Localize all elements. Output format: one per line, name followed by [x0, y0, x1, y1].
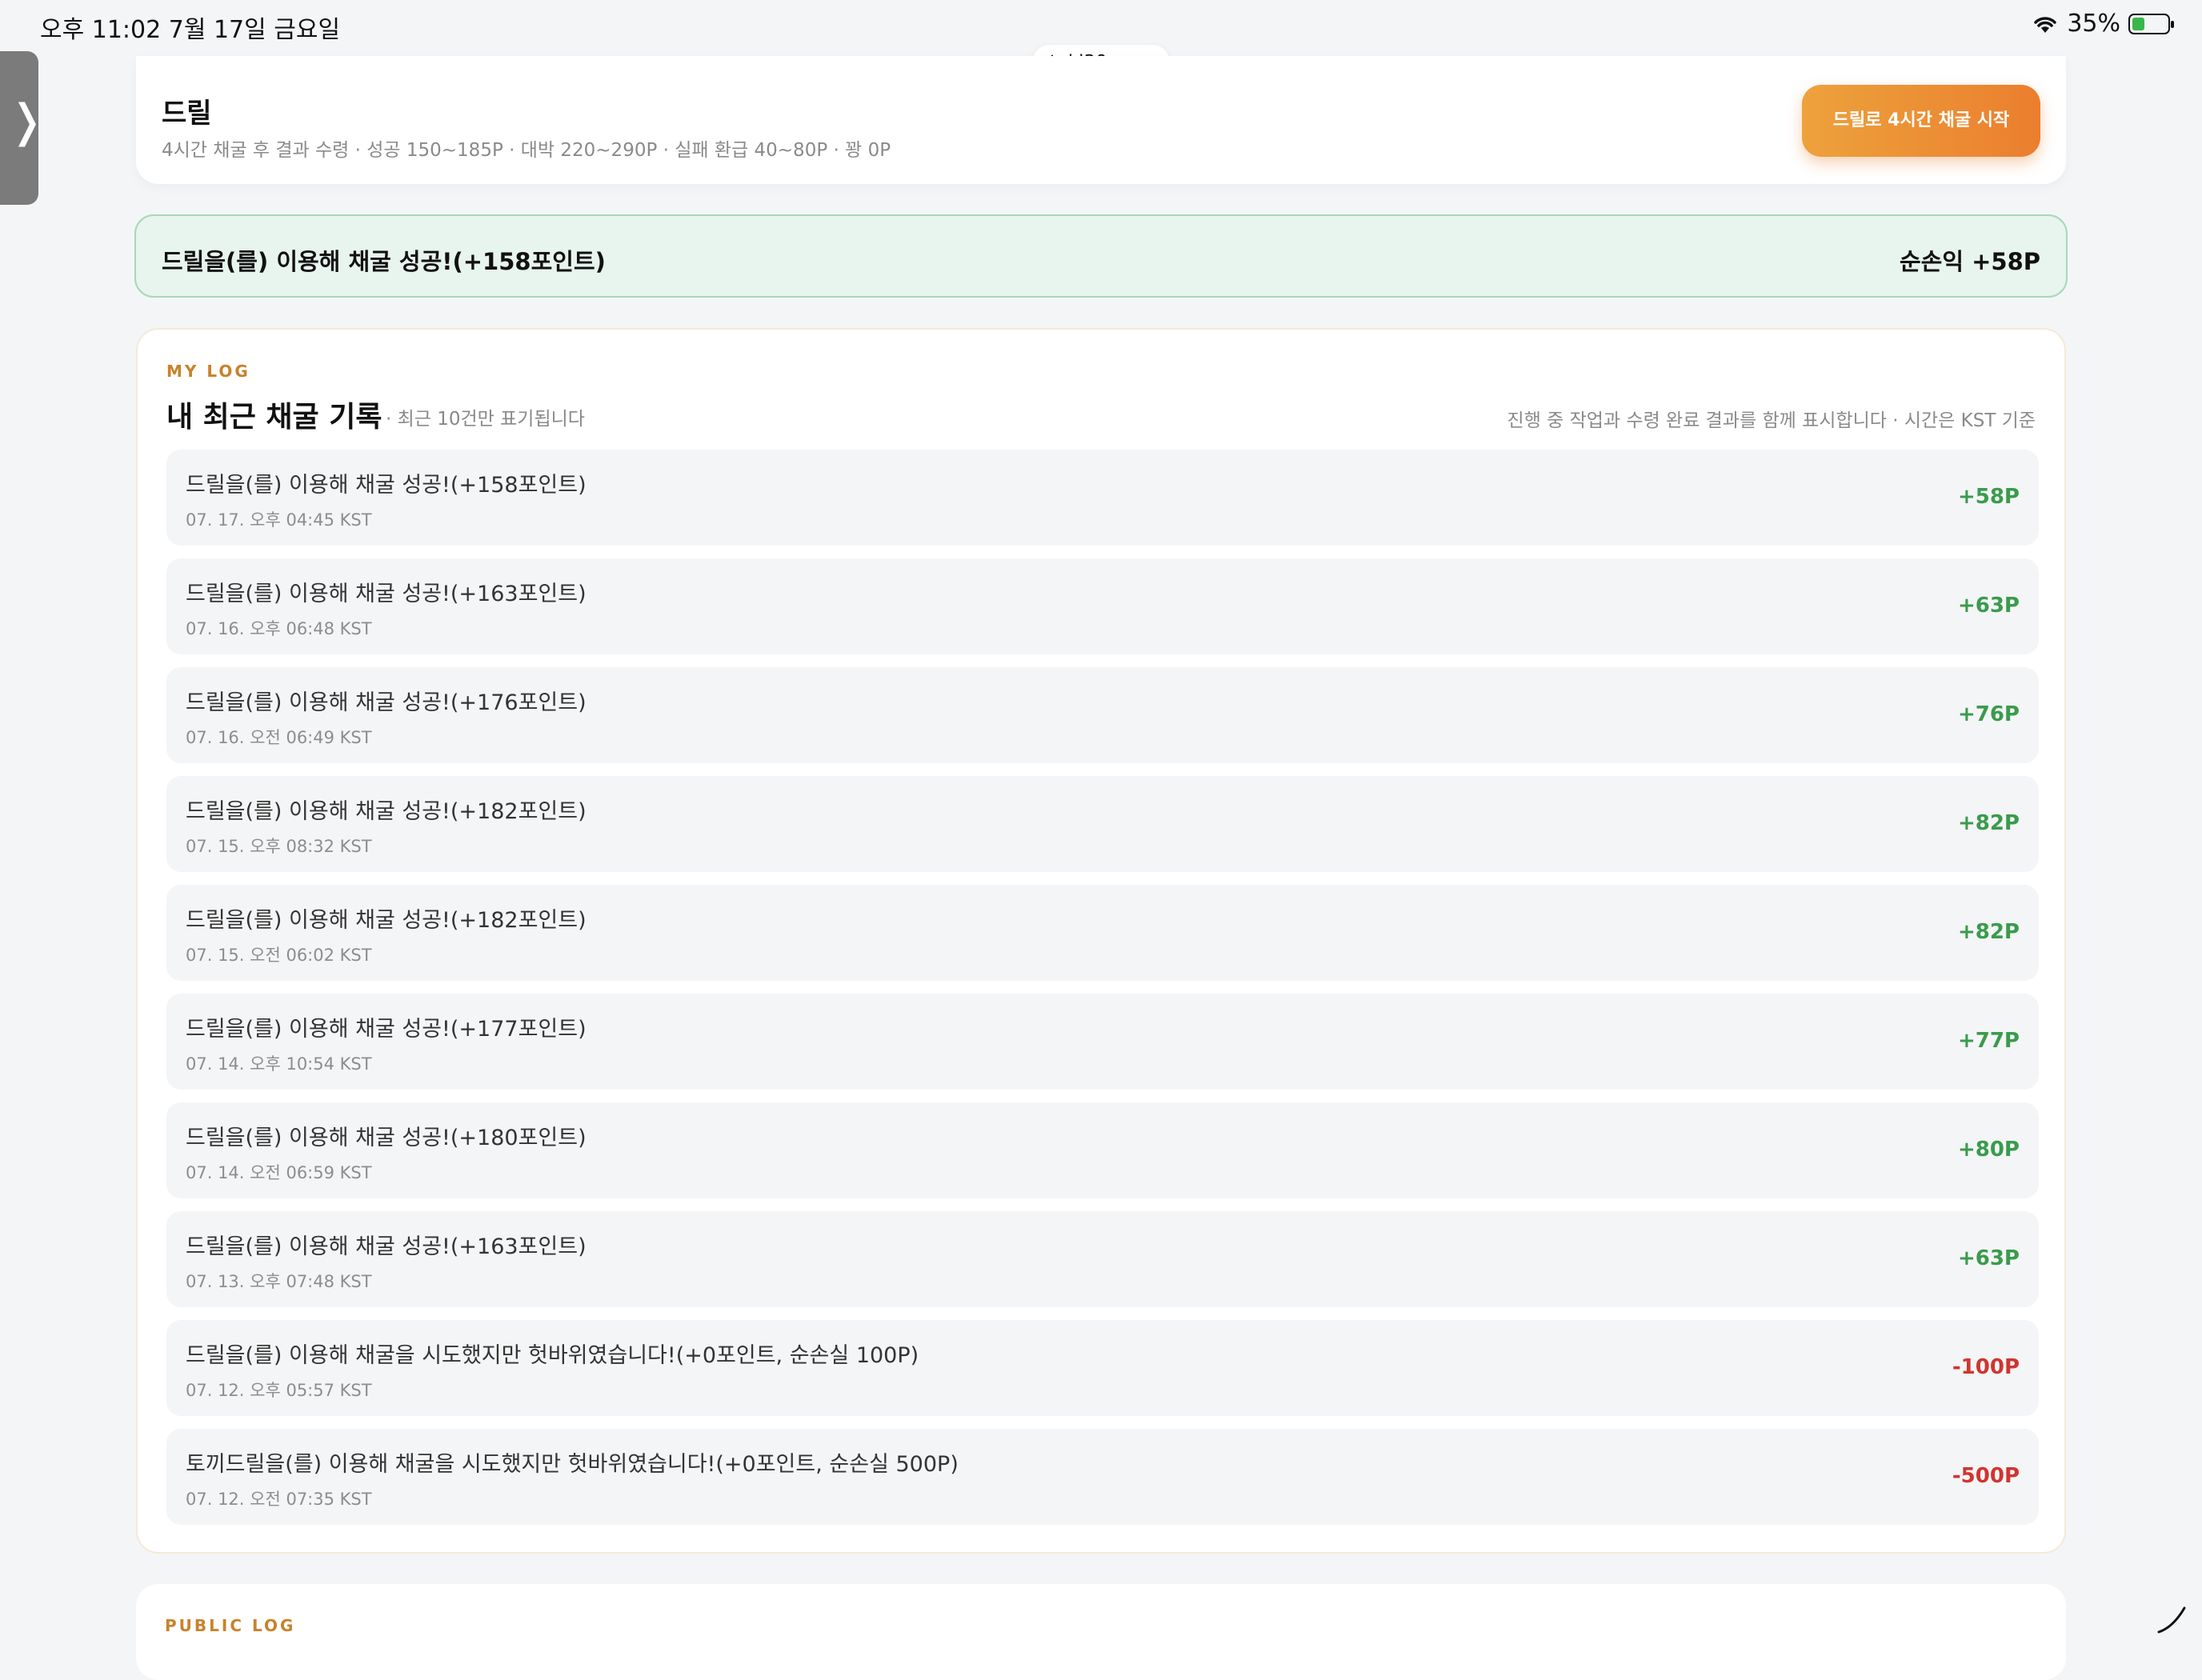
- log-entry-text: 드릴을(를) 이용해 채굴 성공!(+177포인트): [186, 1017, 587, 1042]
- log-entry-amount: +76P: [1957, 702, 2020, 726]
- log-entry-time: 07. 12. 오전 07:35 KST: [186, 1490, 372, 1509]
- log-entry: 드릴을(를) 이용해 채굴 성공!(+163포인트) 07. 13. 오후 07…: [166, 1211, 2039, 1307]
- start-drill-button[interactable]: 드릴로 4시간 채굴 시작: [1802, 85, 2040, 157]
- my-log-title: 내 최근 채굴 기록: [166, 401, 382, 434]
- pencil-stroke-icon: [2157, 1606, 2186, 1634]
- public-log-eyebrow: PUBLIC LOG: [165, 1616, 296, 1635]
- status-bar: 오후 11:02 7월 17일 금요일 35%: [0, 0, 2202, 51]
- log-entry-text: 드릴을(를) 이용해 채굴 성공!(+163포인트): [186, 582, 587, 606]
- battery-percent: 35%: [2067, 10, 2120, 38]
- my-log-card: MY LOG 내 최근 채굴 기록 · 최근 10건만 표기됩니다 진행 중 작…: [136, 328, 2066, 1554]
- log-entry: 드릴을(를) 이용해 채굴 성공!(+182포인트) 07. 15. 오후 08…: [166, 776, 2039, 872]
- log-entry-time: 07. 12. 오후 05:57 KST: [186, 1381, 372, 1400]
- log-entry-text: 드릴을(를) 이용해 채굴 성공!(+182포인트): [186, 799, 587, 824]
- log-entry-time: 07. 16. 오전 06:49 KST: [186, 728, 372, 747]
- log-entry-text: 드릴을(를) 이용해 채굴을 시도했지만 헛바위였습니다!(+0포인트, 순손실…: [186, 1343, 919, 1368]
- log-entry-amount: +82P: [1957, 920, 2020, 944]
- result-net: 순손익 +58P: [1899, 248, 2040, 275]
- wifi-icon: [2034, 16, 2057, 33]
- log-entry: 드릴을(를) 이용해 채굴 성공!(+158포인트) 07. 17. 오후 04…: [166, 450, 2039, 546]
- log-entry-amount: +63P: [1957, 594, 2020, 618]
- log-entry-text: 드릴을(를) 이용해 채굴 성공!(+180포인트): [186, 1126, 587, 1150]
- log-entry-amount: +80P: [1957, 1138, 2020, 1162]
- log-entry-time: 07. 14. 오후 10:54 KST: [186, 1054, 372, 1074]
- log-entry-amount: -500P: [1952, 1464, 2020, 1488]
- log-entry-amount: +77P: [1957, 1029, 2020, 1053]
- log-entry-time: 07. 15. 오후 08:32 KST: [186, 837, 372, 856]
- log-entry-text: 드릴을(를) 이용해 채굴 성공!(+182포인트): [186, 908, 587, 933]
- log-entry: 드릴을(를) 이용해 채굴 성공!(+177포인트) 07. 14. 오후 10…: [166, 994, 2039, 1090]
- log-entry-text: 드릴을(를) 이용해 채굴 성공!(+163포인트): [186, 1234, 587, 1259]
- log-entry-time: 07. 16. 오후 06:48 KST: [186, 619, 372, 638]
- log-entry: 드릴을(를) 이용해 채굴 성공!(+182포인트) 07. 15. 오전 06…: [166, 885, 2039, 981]
- log-entry-text: 드릴을(를) 이용해 채굴 성공!(+176포인트): [186, 690, 587, 715]
- log-entry-text: 드릴을(를) 이용해 채굴 성공!(+158포인트): [186, 473, 587, 498]
- public-log-card: PUBLIC LOG: [136, 1584, 2066, 1680]
- status-right: 35%: [2032, 10, 2174, 38]
- log-entry-time: 07. 13. 오후 07:48 KST: [186, 1272, 372, 1291]
- log-entry: 드릴을(를) 이용해 채굴 성공!(+176포인트) 07. 16. 오전 06…: [166, 667, 2039, 763]
- status-time-date: 오후 11:02 7월 17일 금요일: [40, 16, 341, 44]
- my-log-note: 진행 중 작업과 수령 완료 결과를 함께 표시합니다 · 시간은 KST 기준: [1507, 410, 2036, 431]
- result-message: 드릴을(를) 이용해 채굴 성공!(+158포인트): [162, 248, 606, 275]
- my-log-eyebrow: MY LOG: [166, 362, 250, 381]
- log-entry-time: 07. 15. 오전 06:02 KST: [186, 946, 372, 965]
- drill-card: 드릴 4시간 채굴 후 결과 수령 · 성공 150~185P · 대박 220…: [136, 56, 2066, 184]
- battery-level: [2132, 17, 2144, 30]
- log-entry-text: 토끼드릴을(를) 이용해 채굴을 시도했지만 헛바위였습니다!(+0포인트, 순…: [186, 1452, 959, 1477]
- log-entry: 드릴을(를) 이용해 채굴 성공!(+180포인트) 07. 14. 오전 06…: [166, 1102, 2039, 1198]
- drill-title: 드릴: [162, 98, 212, 130]
- log-entry-amount: -100P: [1952, 1355, 2020, 1379]
- log-entry: 토끼드릴을(를) 이용해 채굴을 시도했지만 헛바위였습니다!(+0포인트, 순…: [166, 1429, 2039, 1525]
- chevron-right-icon: ❭: [8, 95, 46, 147]
- log-entry-amount: +82P: [1957, 811, 2020, 835]
- log-entry: 드릴을(를) 이용해 채굴 성공!(+163포인트) 07. 16. 오후 06…: [166, 558, 2039, 654]
- my-log-list: 드릴을(를) 이용해 채굴 성공!(+158포인트) 07. 17. 오후 04…: [166, 450, 2039, 1538]
- result-banner: 드릴을(를) 이용해 채굴 성공!(+158포인트) 순손익 +58P: [134, 214, 2068, 298]
- log-entry-time: 07. 17. 오후 04:45 KST: [186, 510, 372, 530]
- log-entry-amount: +63P: [1957, 1246, 2020, 1270]
- log-entry-time: 07. 14. 오전 06:59 KST: [186, 1163, 372, 1182]
- log-entry-amount: +58P: [1957, 485, 2020, 509]
- log-entry: 드릴을(를) 이용해 채굴을 시도했지만 헛바위였습니다!(+0포인트, 순손실…: [166, 1320, 2039, 1416]
- battery-icon: [2128, 13, 2174, 34]
- sidebar-toggle[interactable]: ❭: [0, 51, 46, 205]
- my-log-subtitle: · 최근 10건만 표기됩니다: [386, 409, 585, 430]
- drill-description: 4시간 채굴 후 결과 수령 · 성공 150~185P · 대박 220~29…: [162, 140, 891, 161]
